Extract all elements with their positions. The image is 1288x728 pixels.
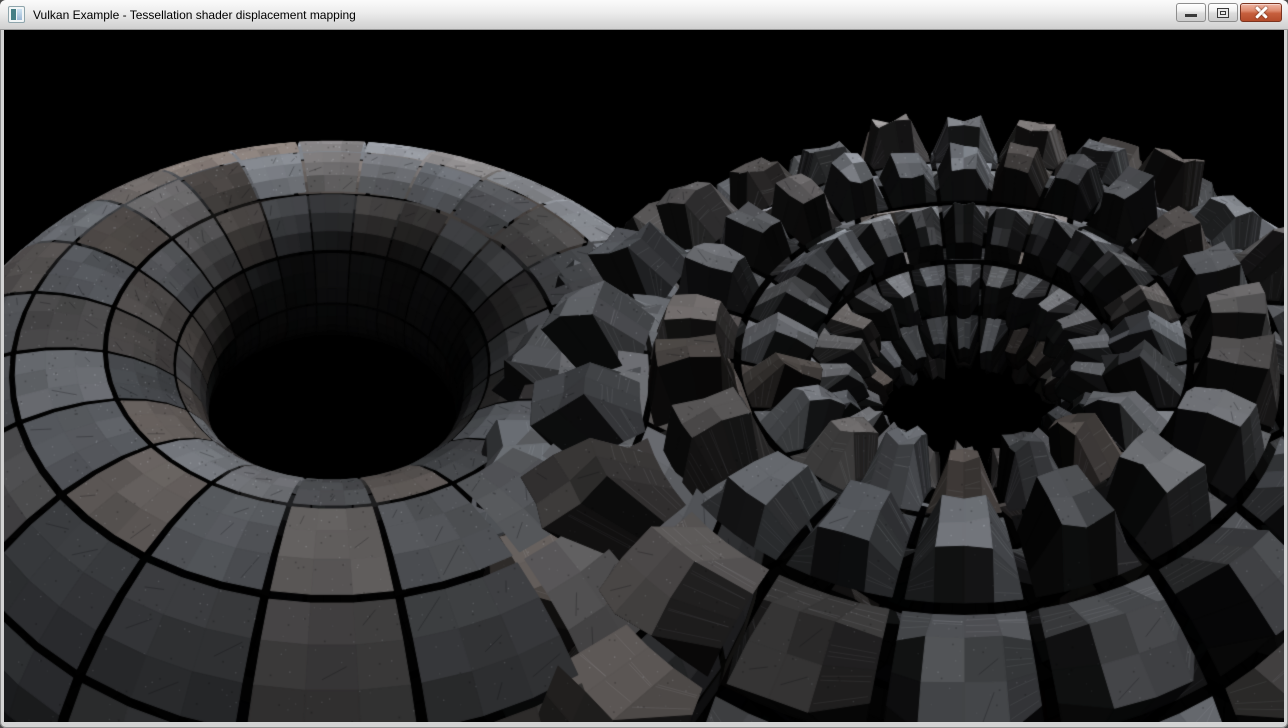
maximize-icon [1217,8,1229,18]
minimize-button[interactable] [1176,3,1206,22]
render-canvas[interactable] [4,30,1284,722]
minimize-icon [1185,14,1197,17]
close-icon [1254,6,1269,19]
close-button[interactable] [1240,3,1282,22]
viewport [4,30,1284,722]
window-controls [1176,3,1282,22]
application-icon [8,6,25,23]
titlebar[interactable]: Vulkan Example - Tessellation shader dis… [0,0,1288,30]
app-window: Vulkan Example - Tessellation shader dis… [0,0,1288,728]
app-icon[interactable] [8,6,25,23]
application-icon-pane-left [11,9,16,20]
application-icon-pane-right [17,9,22,20]
window-title: Vulkan Example - Tessellation shader dis… [33,8,356,22]
maximize-button[interactable] [1208,3,1238,22]
